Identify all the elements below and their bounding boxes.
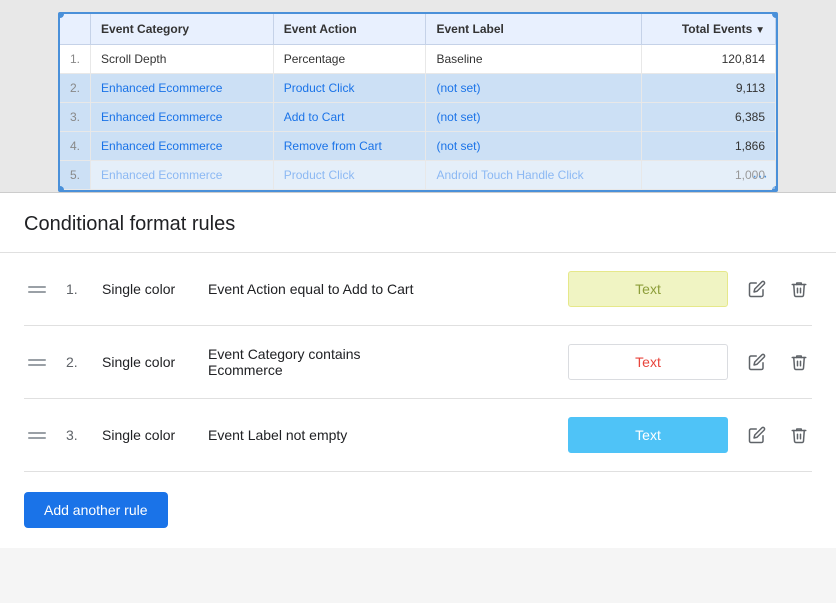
rule-condition-text: Event Action equal to Add to Cart xyxy=(208,281,552,297)
col-header-action[interactable]: Event Action xyxy=(273,14,426,45)
drag-handle-icon[interactable] xyxy=(24,284,50,295)
table-row-num: 2. xyxy=(60,74,91,103)
rule-condition-text: Event Category contains Ecommerce xyxy=(208,346,552,378)
table-cell-category: Scroll Depth xyxy=(91,45,274,74)
rule-type-label: Single color xyxy=(102,281,192,297)
conditional-format-panel: Conditional format rules 1. Single color E… xyxy=(0,193,836,548)
table-cell-category: Enhanced Ecommerce xyxy=(91,161,274,190)
table-row-num: 1. xyxy=(60,45,91,74)
panel-footer: Add another rule xyxy=(0,472,836,548)
table-cell-total: 9,113 xyxy=(642,74,776,103)
table-cell-action: Add to Cart xyxy=(273,103,426,132)
delete-rule-button[interactable] xyxy=(786,422,812,448)
rule-type-label: Single color xyxy=(102,354,192,370)
col-header-rownum xyxy=(60,14,91,45)
table-cell-action: Percentage xyxy=(273,45,426,74)
rule-type-label: Single color xyxy=(102,427,192,443)
edit-rule-button[interactable] xyxy=(744,349,770,375)
table-cell-label: Android Touch Handle Click xyxy=(426,161,642,190)
table-row-num: 4. xyxy=(60,132,91,161)
col-header-label[interactable]: Event Label xyxy=(426,14,642,45)
table-row-num: 3. xyxy=(60,103,91,132)
col-header-total[interactable]: Total Events xyxy=(642,14,776,45)
drag-handle-icon[interactable] xyxy=(24,430,50,441)
rule-actions xyxy=(744,349,812,375)
table-cell-label: (not set) xyxy=(426,132,642,161)
data-table-wrapper: Event Category Event Action Event Label … xyxy=(58,12,778,192)
rule-condition-text: Event Label not empty xyxy=(208,427,552,443)
table-cell-category: Enhanced Ecommerce xyxy=(91,74,274,103)
rule-actions xyxy=(744,422,812,448)
table-cell-total: 6,385 xyxy=(642,103,776,132)
rule-row: 2. Single color Event Category contains Ec… xyxy=(24,326,812,399)
table-cell-category: Enhanced Ecommerce xyxy=(91,132,274,161)
rule-preview-swatch[interactable]: Text xyxy=(568,344,728,380)
more-options-dots[interactable]: ··· xyxy=(752,168,768,186)
table-cell-action: Product Click xyxy=(273,74,426,103)
table-cell-category: Enhanced Ecommerce xyxy=(91,103,274,132)
rule-number: 2. xyxy=(66,354,86,370)
table-row-num: 5. xyxy=(60,161,91,190)
resize-handle-bl[interactable] xyxy=(58,186,64,192)
rule-preview-swatch[interactable]: Text xyxy=(568,271,728,307)
rule-preview-swatch[interactable]: Text xyxy=(568,417,728,453)
preview-table: Event Category Event Action Event Label … xyxy=(60,14,776,190)
rule-number: 3. xyxy=(66,427,86,443)
add-rule-button[interactable]: Add another rule xyxy=(24,492,168,528)
table-cell-label: Baseline xyxy=(426,45,642,74)
panel-title: Conditional format rules xyxy=(0,193,836,253)
drag-handle-icon[interactable] xyxy=(24,357,50,368)
resize-handle-tr[interactable] xyxy=(772,12,778,18)
rule-row: 3. Single color Event Label not empty Text xyxy=(24,399,812,472)
delete-rule-button[interactable] xyxy=(786,276,812,302)
table-preview: Event Category Event Action Event Label … xyxy=(0,0,836,193)
table-cell-action: Product Click xyxy=(273,161,426,190)
col-header-category[interactable]: Event Category xyxy=(91,14,274,45)
delete-rule-button[interactable] xyxy=(786,349,812,375)
table-cell-total: 1,866 xyxy=(642,132,776,161)
edit-rule-button[interactable] xyxy=(744,422,770,448)
rule-row: 1. Single color Event Action equal to Add … xyxy=(24,253,812,326)
edit-rule-button[interactable] xyxy=(744,276,770,302)
rules-list: 1. Single color Event Action equal to Add … xyxy=(0,253,836,472)
rule-actions xyxy=(744,276,812,302)
table-cell-action: Remove from Cart xyxy=(273,132,426,161)
table-cell-label: (not set) xyxy=(426,103,642,132)
table-cell-label: (not set) xyxy=(426,74,642,103)
rule-number: 1. xyxy=(66,281,86,297)
table-cell-total: 120,814 xyxy=(642,45,776,74)
